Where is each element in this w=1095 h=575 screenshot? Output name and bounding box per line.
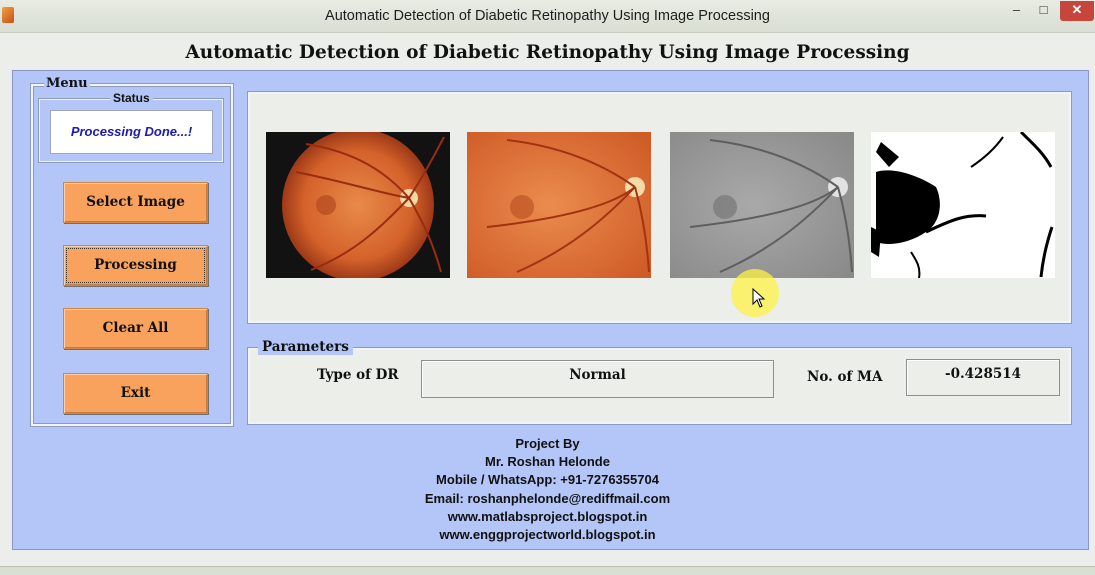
cropped-fundus-image <box>467 132 651 278</box>
credits-line: Mobile / WhatsApp: +91-7276355704 <box>436 472 659 488</box>
no-of-ma-label: No. of MA <box>807 369 883 385</box>
exit-button[interactable]: Exit <box>63 373 208 414</box>
credits-line: Project By <box>515 436 580 451</box>
original-fundus-image <box>266 132 450 278</box>
clear-all-button[interactable]: Clear All <box>63 308 208 349</box>
no-of-ma-value: -0.428514 <box>906 359 1060 396</box>
credits-line: Mr. Roshan Helonde <box>485 454 610 470</box>
credits-line: www.enggprojectworld.blogspot.in <box>439 527 656 543</box>
credits-line: Email: roshanphelonde@rediffmail.com <box>424 490 671 506</box>
select-image-button[interactable]: Select Image <box>63 182 208 223</box>
minimize-icon[interactable]: – <box>1003 1 1030 21</box>
window-titlebar: Automatic Detection of Diabetic Retinopa… <box>0 0 1095 33</box>
type-of-dr-label: Type of DR <box>317 367 399 383</box>
mouse-pointer-icon <box>752 287 766 313</box>
window-title: Automatic Detection of Diabetic Retinopa… <box>325 8 770 24</box>
maximize-icon[interactable]: □ <box>1030 1 1057 21</box>
type-of-dr-value: Normal <box>421 360 774 398</box>
binary-segmented-image <box>871 132 1055 278</box>
page-heading: Automatic Detection of Diabetic Retinopa… <box>185 42 910 63</box>
processing-button[interactable]: Processing <box>63 245 208 286</box>
window-bottom-border <box>0 566 1095 575</box>
status-title: Status <box>110 91 153 105</box>
parameters-title: Parameters <box>258 339 353 355</box>
credits-block: Project By Mr. Roshan Helonde Mobile / W… <box>0 435 1095 544</box>
menu-title: Menu <box>44 76 90 91</box>
credits-line: www.matlabsproject.blogspot.in <box>447 508 648 524</box>
status-text: Processing Done...! <box>50 110 213 154</box>
grayscale-fundus-image <box>670 132 854 278</box>
close-icon[interactable]: ✕ <box>1060 1 1094 21</box>
